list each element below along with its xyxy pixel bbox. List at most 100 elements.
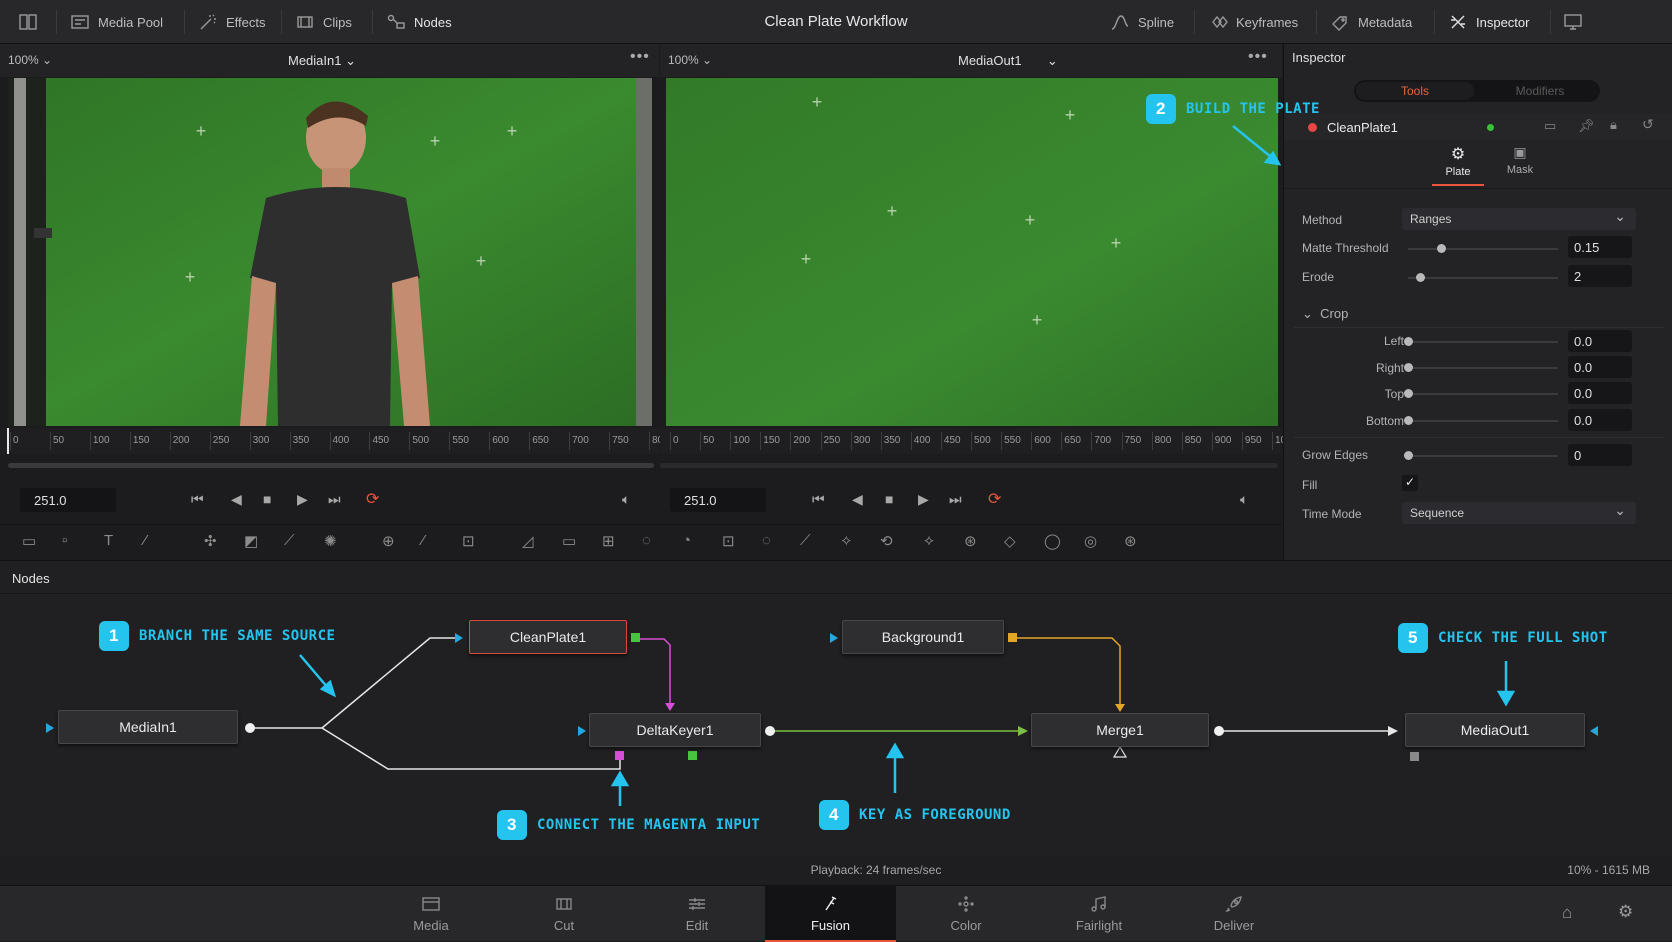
viewer2-zoom[interactable]: 100% ⌄ — [668, 53, 712, 67]
tab-tools[interactable]: Tools — [1356, 82, 1474, 100]
node-cleanplate[interactable]: CleanPlate1 — [469, 620, 627, 654]
tool-icon[interactable]: ⊕ — [382, 532, 395, 550]
tool-icon[interactable]: ⊞ — [602, 532, 615, 550]
tool-icon[interactable]: ⟋ — [800, 532, 811, 549]
page-media[interactable]: Media — [371, 886, 491, 942]
tool-icon[interactable]: ⊛ — [964, 532, 977, 550]
crop-top-knob[interactable] — [1404, 389, 1413, 398]
crop-right-slider[interactable] — [1408, 367, 1558, 369]
node-editor[interactable]: Nodes MediaIn1 CleanPlate1 DeltaKeyer1 B… — [0, 560, 1672, 855]
subtab-mask[interactable]: ▣ Mask — [1494, 144, 1546, 186]
metadata-button[interactable]: Metadata — [1330, 0, 1412, 44]
go-to-end-icon[interactable]: ⏭ — [949, 491, 962, 508]
crop-left-field[interactable]: 0.0 — [1568, 330, 1632, 352]
tool-version-icon[interactable]: ▭ — [1544, 118, 1556, 134]
crop-right-field[interactable]: 0.0 — [1568, 356, 1632, 378]
tool-icon[interactable]: ◿ — [522, 532, 534, 550]
fill-checkbox[interactable]: ✓ — [1402, 475, 1418, 491]
viewer1-node-name[interactable]: MediaIn1 ⌄ — [288, 53, 356, 69]
playhead-marker[interactable] — [7, 428, 9, 454]
tab-modifiers[interactable]: Modifiers — [1490, 84, 1590, 98]
tool-icon[interactable]: ⊛ — [1124, 532, 1137, 550]
tool-icon[interactable]: ▫ — [62, 532, 67, 549]
crop-bottom-field[interactable]: 0.0 — [1568, 409, 1632, 431]
grow-edges-knob[interactable] — [1404, 451, 1413, 460]
tool-icon[interactable]: ⟡ — [924, 532, 934, 549]
matte-threshold-slider[interactable] — [1408, 248, 1558, 250]
erode-field[interactable]: 2 — [1568, 265, 1632, 287]
tool-icon[interactable]: ⟲ — [880, 532, 893, 550]
crop-top-slider[interactable] — [1408, 393, 1558, 395]
node-background[interactable]: Background1 — [842, 620, 1004, 654]
page-fairlight[interactable]: Fairlight — [1039, 886, 1159, 942]
reset-icon[interactable]: ↺ — [1642, 116, 1654, 133]
lock-icon[interactable]: 🔒︎ — [1610, 117, 1617, 133]
method-dropdown[interactable]: Ranges — [1402, 208, 1636, 230]
time-mode-dropdown[interactable]: Sequence — [1402, 502, 1636, 524]
erode-slider[interactable] — [1408, 277, 1558, 279]
viewer2-scrollbar[interactable] — [660, 458, 1282, 472]
viewer2-options-icon[interactable]: ••• — [1248, 48, 1268, 66]
viewer2-timecode[interactable]: 251.0 — [670, 488, 766, 512]
crop-bottom-knob[interactable] — [1404, 416, 1413, 425]
viewer2-time-ruler[interactable]: 0 50 100 150 200 250 300 350 400 450 500 550 600 650 7… — [660, 428, 1297, 454]
tool-icon[interactable]: ✣ — [204, 532, 217, 550]
tool-icon[interactable]: ⊡ — [462, 532, 475, 550]
go-to-end-icon[interactable]: ⏭ — [328, 491, 341, 508]
node-mediaout[interactable]: MediaOut1 — [1405, 713, 1585, 747]
viewer2-image[interactable]: + + + + + + + — [666, 78, 1278, 426]
tool-icon[interactable]: ◌ — [642, 532, 651, 549]
tool-icon[interactable]: ▭ — [22, 532, 36, 550]
stop-icon[interactable]: ■ — [263, 491, 271, 507]
crop-group-toggle[interactable]: ⌄ Crop — [1302, 306, 1348, 322]
tool-icon[interactable]: ◔ — [682, 532, 691, 549]
loop-icon[interactable]: ⟳ — [366, 489, 379, 509]
pin-icon[interactable]: 📌︎ — [1578, 118, 1595, 134]
tool-icon[interactable]: ⊡ — [722, 532, 735, 550]
viewer1-scrollbar[interactable] — [0, 458, 659, 472]
crop-left-knob[interactable] — [1404, 337, 1413, 346]
node-merge[interactable]: Merge1 — [1031, 713, 1209, 747]
tool-icon[interactable]: ◎ — [1084, 532, 1097, 550]
clips-button[interactable]: Clips — [295, 0, 352, 44]
monitor-icon[interactable] — [1563, 0, 1583, 44]
effects-button[interactable]: Effects — [198, 0, 266, 44]
page-color[interactable]: Color — [906, 886, 1026, 942]
tool-color-dot[interactable] — [1308, 123, 1317, 132]
play-icon[interactable]: ▶ — [918, 491, 929, 508]
home-icon[interactable]: ⌂ — [1562, 903, 1572, 923]
viewer1-time-ruler[interactable]: 0 50 100 150 200 250 300 350 400 450 500 550 600 650 7… — [0, 428, 669, 454]
page-deliver[interactable]: Deliver — [1174, 886, 1294, 942]
tool-icon[interactable]: ▭ — [562, 532, 576, 550]
layout-toggle-icon[interactable] — [18, 0, 38, 44]
step-back-icon[interactable]: ◀ — [852, 491, 863, 508]
audio-volume-icon[interactable]: 🔈︎ — [622, 491, 630, 508]
loop-icon[interactable]: ⟳ — [988, 489, 1001, 509]
grow-edges-slider[interactable] — [1408, 455, 1558, 457]
inspector-button[interactable]: Inspector — [1448, 0, 1529, 44]
node-mediain[interactable]: MediaIn1 — [58, 710, 238, 744]
media-pool-button[interactable]: Media Pool — [70, 0, 163, 44]
tool-icon[interactable]: ◩ — [244, 532, 258, 550]
matte-threshold-knob[interactable] — [1437, 244, 1446, 253]
node-deltakeyer[interactable]: DeltaKeyer1 — [589, 713, 761, 747]
tool-enabled-dot[interactable] — [1487, 124, 1494, 131]
matte-threshold-field[interactable]: 0.15 — [1568, 236, 1632, 258]
crop-bottom-slider[interactable] — [1408, 420, 1558, 422]
page-edit[interactable]: Edit — [637, 886, 757, 942]
page-fusion[interactable]: Fusion — [765, 886, 896, 942]
tool-icon[interactable]: ⟋ — [284, 532, 295, 549]
step-back-icon[interactable]: ◀ — [231, 491, 242, 508]
viewer1-zoom[interactable]: 100% ⌄ — [8, 53, 52, 67]
viewer2-node-name[interactable]: MediaOut1 ⌄ — [958, 53, 1058, 69]
tool-icon[interactable]: ◯ — [1044, 532, 1061, 550]
play-icon[interactable]: ▶ — [297, 491, 308, 508]
erode-knob[interactable] — [1416, 273, 1425, 282]
go-to-start-icon[interactable]: ⏮ — [191, 491, 204, 508]
keyframes-button[interactable]: Keyframes — [1208, 0, 1298, 44]
crop-left-slider[interactable] — [1408, 341, 1558, 343]
crop-right-knob[interactable] — [1404, 363, 1413, 372]
viewer1-image[interactable]: + + + + + — [8, 78, 652, 426]
tool-icon[interactable]: ✺ — [324, 532, 337, 550]
tool-icon[interactable]: T — [104, 532, 113, 549]
